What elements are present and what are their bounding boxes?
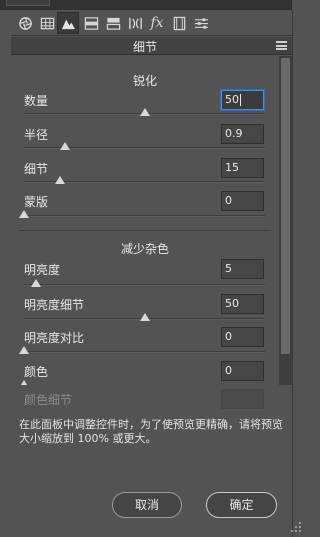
- panel-menu-icon[interactable]: [276, 41, 287, 50]
- mountain-detail-icon[interactable]: [57, 12, 79, 34]
- luminance-detail-label: 明亮度细节: [24, 298, 85, 312]
- panel-content: 锐化 数量 50 半径 0.9 细节 15 蒙版 0 减少杂色 明亮度 5 明亮…: [11, 56, 279, 385]
- color-field[interactable]: 0: [221, 361, 264, 381]
- luminance-field[interactable]: 5: [221, 259, 264, 279]
- panel-header: 细节: [11, 37, 292, 55]
- detail-slider-knob[interactable]: [55, 176, 66, 184]
- scrollbar-thumb[interactable]: [281, 58, 290, 354]
- amount-label: 数量: [24, 94, 49, 108]
- color-label: 颜色: [24, 365, 49, 379]
- color-detail-field: [221, 389, 264, 409]
- masking-slider-track[interactable]: [24, 215, 265, 217]
- cancel-button[interactable]: 取消: [112, 492, 182, 518]
- luminance-label: 明亮度: [24, 263, 61, 277]
- luminance-detail-slider-knob[interactable]: [139, 313, 150, 321]
- luminance-detail-field[interactable]: 50: [221, 294, 264, 314]
- detail-label: 细节: [24, 162, 49, 176]
- sliders-icon[interactable]: [190, 12, 212, 34]
- tab-fragment: [6, 0, 50, 6]
- radius-label: 半径: [24, 128, 49, 142]
- resize-grip-icon[interactable]: [290, 521, 302, 533]
- masking-field[interactable]: 0: [221, 191, 264, 211]
- fx-icon[interactable]: fx: [146, 12, 168, 34]
- luminance-contrast-field[interactable]: 0: [221, 327, 264, 347]
- amount-field[interactable]: 50: [221, 90, 264, 110]
- panel-toolbar: fx: [11, 10, 292, 36]
- masking-label: 蒙版: [24, 195, 49, 209]
- masking-slider-knob[interactable]: [19, 210, 29, 218]
- color-detail-label: 颜色细节: [24, 393, 73, 407]
- dialog-right-edge: [292, 10, 293, 537]
- film-icon[interactable]: [168, 12, 190, 34]
- preview-note: 在此面板中调整控件时，为了使预览更精确，请将预览大小缩放到 100% 或更大。: [19, 418, 283, 445]
- noise-title: 减少杂色: [120, 242, 169, 256]
- lens-icon[interactable]: [124, 12, 146, 34]
- hsl-icon[interactable]: [80, 12, 102, 34]
- luminance-slider-track[interactable]: [24, 284, 265, 286]
- detail-field[interactable]: 15: [221, 158, 264, 178]
- luminance-contrast-label: 明亮度对比: [24, 331, 85, 345]
- luminance-contrast-slider-knob[interactable]: [19, 346, 29, 354]
- fx-label: fx: [150, 15, 164, 31]
- luminance-slider-knob[interactable]: [31, 279, 42, 287]
- radius-slider-knob[interactable]: [59, 142, 70, 150]
- radius-field[interactable]: 0.9: [221, 124, 264, 144]
- amount-slider-knob[interactable]: [139, 108, 150, 116]
- section-divider: [19, 230, 271, 231]
- top-strip: [0, 0, 310, 10]
- panel-scrollbar[interactable]: [279, 56, 292, 385]
- sharpen-title: 锐化: [132, 74, 157, 88]
- split-tone-icon[interactable]: [102, 12, 124, 34]
- grid-icon[interactable]: [36, 12, 58, 34]
- panel-title: 细节: [132, 40, 157, 54]
- luminance-contrast-slider-track[interactable]: [24, 351, 265, 353]
- ok-button[interactable]: 确定: [206, 492, 277, 518]
- detail-panel: fx 细节 锐化 数量 50 半径 0.9 细节 15 蒙版 0 减少杂色 明亮…: [11, 10, 292, 385]
- aperture-icon[interactable]: [14, 12, 36, 34]
- color-slider-knob[interactable]: [19, 380, 29, 385]
